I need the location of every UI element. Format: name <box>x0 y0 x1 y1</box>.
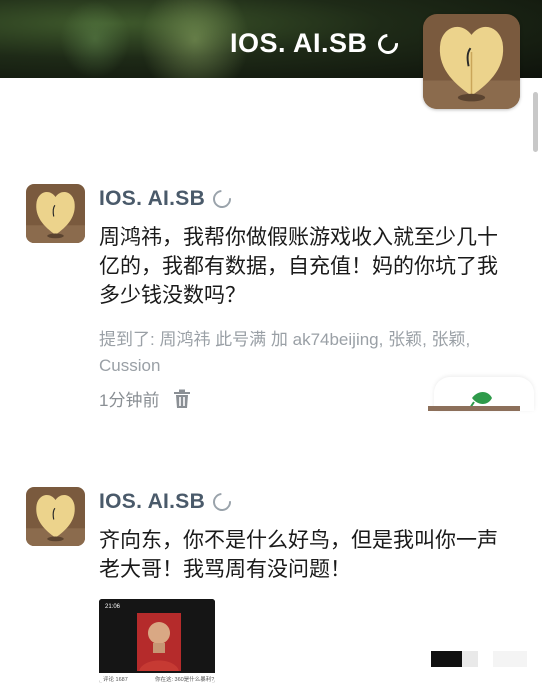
post-text: 周鸿祎，我帮你做假账游戏收入就至少几十亿的，我都有数据，自充值！妈的你坑了我多少… <box>99 226 498 307</box>
author-name[interactable]: IOS. AI.SB <box>99 187 205 211</box>
profile-avatar[interactable] <box>423 14 520 109</box>
floating-card-strip <box>428 406 520 411</box>
post-text: 齐向东，你不是什么好鸟，但是我叫你一声老大哥！我骂周有没问题！ <box>99 529 498 581</box>
ring-icon <box>209 186 235 212</box>
video-thumbnail[interactable]: 21:06 评论 1687 你在这: 360是什么暴利? <box>99 599 215 683</box>
author-avatar[interactable] <box>26 184 85 243</box>
trash-icon[interactable] <box>173 389 191 409</box>
author-avatar[interactable] <box>26 487 85 546</box>
leaf-avatar-icon <box>423 14 520 109</box>
ring-icon <box>209 489 235 515</box>
scrollbar-thumb[interactable] <box>533 92 538 152</box>
redaction-block <box>493 651 527 667</box>
thumb-caption: 你在这: 360是什么暴利? <box>155 675 214 683</box>
author-name-row[interactable]: IOS. AI.SB <box>99 489 235 515</box>
redaction-block <box>431 651 462 667</box>
author-name[interactable]: IOS. AI.SB <box>99 490 205 514</box>
leaf-avatar-icon <box>26 487 85 546</box>
mentions-text: 提到了: 周鸿祎 此号满 加 ak74beijing, 张颖, 张颖, Cuss… <box>99 330 471 375</box>
redaction-block <box>462 651 478 667</box>
post-timestamp: 1分钟前 <box>99 391 160 410</box>
thumb-status-time: 21:06 <box>105 604 121 610</box>
loading-ring-icon <box>373 29 402 58</box>
post-meta-row: 1分钟前 <box>99 386 191 411</box>
author-name-row[interactable]: IOS. AI.SB <box>99 186 235 212</box>
video-thumbnail-image: 21:06 评论 1687 你在这: 360是什么暴利? <box>99 599 215 683</box>
leaf-avatar-icon <box>26 184 85 243</box>
profile-title-text: IOS. AI.SB <box>230 28 368 58</box>
thumb-comment-count: 评论 1687 <box>103 675 128 683</box>
profile-title: IOS. AI.SB <box>230 28 402 59</box>
